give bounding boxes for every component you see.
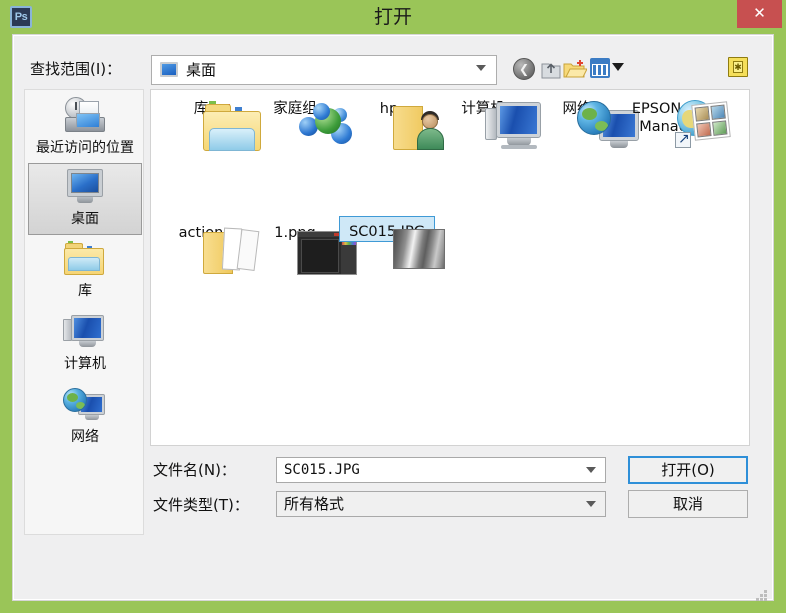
tools-icon[interactable]: ✱ <box>728 57 748 77</box>
file-item-1-png[interactable]: 1.png <box>247 218 343 242</box>
file-item-epson-file-manager[interactable]: EPSON File Manager <box>623 94 719 136</box>
views-titlebar-glyph <box>592 60 608 64</box>
chevron-down-icon[interactable] <box>586 501 596 507</box>
chevron-down-icon[interactable] <box>612 63 624 71</box>
up-folder-svg <box>540 57 562 81</box>
file-item-library[interactable]: 库 <box>153 94 249 118</box>
sidebar-item-recent-places[interactable]: 最近访问的位置 <box>28 93 142 165</box>
sidebar-item-label: 库 <box>28 282 142 300</box>
recent-places-icon <box>63 97 107 137</box>
back-arrow-glyph: ❮ <box>519 64 529 74</box>
sidebar-item-library[interactable]: 库 <box>28 236 142 308</box>
file-item-sc015-jpg[interactable]: SC015.JPG <box>339 216 435 242</box>
sidebar-item-desktop[interactable]: 桌面 <box>28 163 142 235</box>
sidebar-item-computer[interactable]: 计算机 <box>28 309 142 381</box>
look-in-combobox[interactable]: 桌面 <box>151 55 497 85</box>
file-item-homegroup[interactable]: 家庭组 <box>247 94 343 118</box>
file-list-view[interactable]: 库 家庭组 hp 计算机 <box>150 89 750 446</box>
network-icon <box>63 386 107 426</box>
file-type-label: 文件类型(T)： <box>153 494 249 515</box>
new-folder-svg <box>563 57 587 81</box>
back-icon[interactable]: ❮ <box>513 58 535 80</box>
file-item-hp[interactable]: hp <box>341 94 437 118</box>
title-bar: Ps 打开 ✕ <box>0 0 786 34</box>
file-item-computer[interactable]: 计算机 <box>435 94 531 118</box>
library-folder-icon <box>63 240 107 280</box>
sidebar-item-label: 桌面 <box>29 210 141 228</box>
up-folder-icon[interactable] <box>540 57 562 81</box>
look-in-label: 查找范围(I)： <box>30 58 121 79</box>
shortcut-arrow-icon <box>675 132 691 148</box>
sidebar-item-label: 网络 <box>28 428 142 446</box>
desktop-monitor-icon <box>63 168 107 208</box>
views-icon[interactable] <box>590 58 610 78</box>
chevron-down-icon[interactable] <box>586 467 596 473</box>
desktop-icon <box>160 62 178 77</box>
file-name-label: 文件名(N)： <box>153 459 236 480</box>
look-in-value: 桌面 <box>186 60 216 80</box>
views-grid-glyph <box>593 65 607 75</box>
file-item-network[interactable]: 网络 <box>529 94 625 118</box>
close-icon[interactable]: ✕ <box>737 0 782 28</box>
file-item-action[interactable]: action <box>153 218 249 242</box>
file-name-value: SC015.JPG <box>284 461 360 480</box>
open-file-dialog-window: Ps 打开 ✕ 查找范围(I)： 桌面 ❮ ✱ <box>0 0 786 613</box>
resize-grip[interactable] <box>755 590 768 603</box>
chevron-down-icon[interactable] <box>476 65 486 71</box>
sidebar-item-network[interactable]: 网络 <box>28 382 142 454</box>
open-button[interactable]: 打开(O) <box>628 456 748 484</box>
window-title: 打开 <box>0 5 786 29</box>
file-type-value: 所有格式 <box>284 495 344 514</box>
sidebar-item-label: 最近访问的位置 <box>28 139 142 157</box>
cancel-button[interactable]: 取消 <box>628 490 748 518</box>
places-sidebar: 最近访问的位置 桌面 库 计算机 <box>24 89 144 535</box>
tools-glyph: ✱ <box>733 61 743 73</box>
sidebar-item-label: 计算机 <box>28 355 142 373</box>
new-folder-icon[interactable] <box>563 57 587 81</box>
computer-icon <box>63 313 107 353</box>
file-type-select[interactable]: 所有格式 <box>276 491 606 517</box>
file-name-input[interactable]: SC015.JPG <box>276 457 606 483</box>
